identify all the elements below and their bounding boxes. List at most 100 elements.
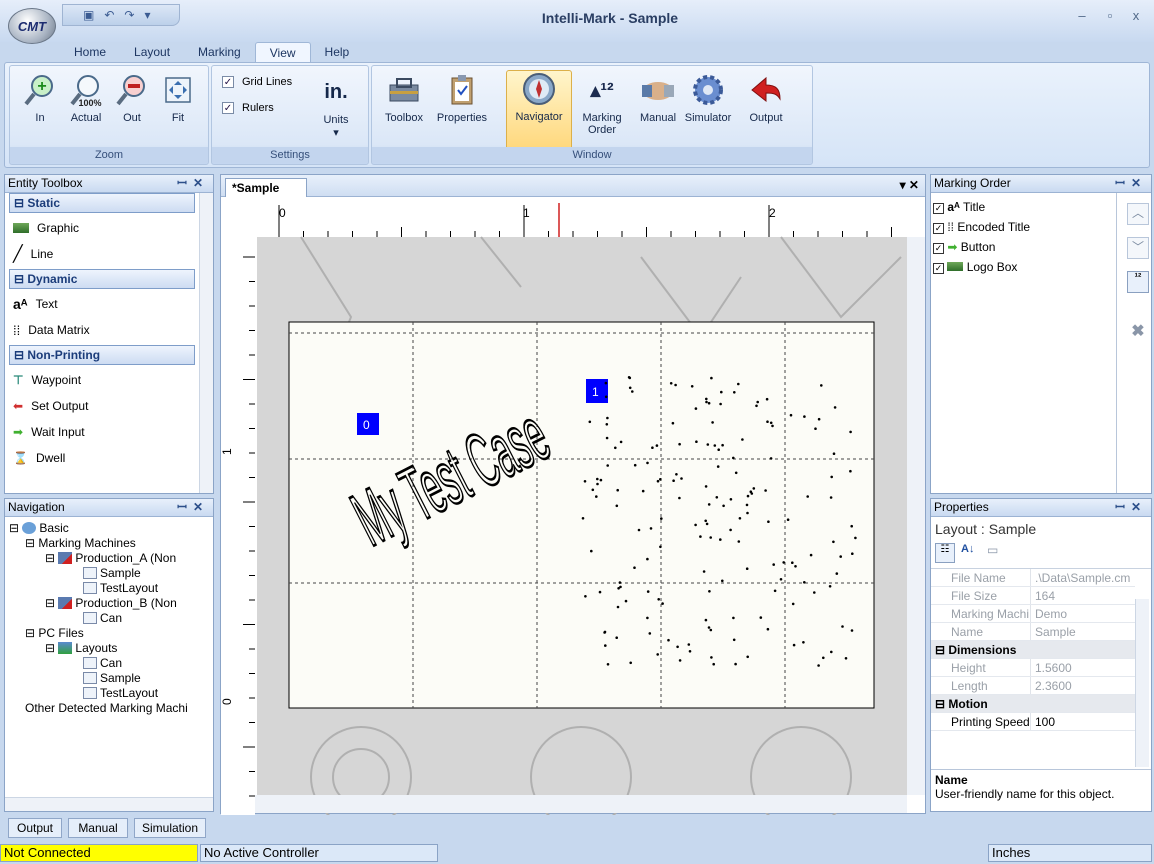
toolbox-icon <box>386 72 422 108</box>
tool-waypoint[interactable]: ⊤ Waypoint <box>5 367 199 393</box>
prop-row[interactable]: Height 1.5600 <box>931 659 1135 677</box>
canvas-hscrollbar[interactable] <box>255 795 907 813</box>
group-static[interactable]: ⊟ Static <box>9 193 195 213</box>
tab-view[interactable]: View <box>254 42 311 64</box>
bottom-tab-manual[interactable]: Manual <box>68 818 128 838</box>
tool-text[interactable]: aᴬ Text <box>5 291 199 317</box>
rulers-checkbox[interactable]: ✓ Rulers <box>222 102 274 114</box>
document-tab-menu[interactable]: ▾ ✕ <box>900 178 919 192</box>
manual-button[interactable]: Manual <box>632 72 684 124</box>
tree-can-machine[interactable]: Can <box>9 611 213 626</box>
grid-lines-checkbox[interactable]: ✓ Grid Lines <box>222 76 292 88</box>
tool-dwell[interactable]: ⌛ Dwell <box>5 445 199 471</box>
undo-icon[interactable]: ↶ <box>104 8 114 22</box>
tool-wait-input[interactable]: ➡ Wait Input <box>5 419 199 445</box>
pin-close-icons[interactable]: ꟷ✕ <box>177 175 209 192</box>
window-group-label: Window <box>372 147 812 163</box>
sort-az-icon[interactable]: A↓ <box>961 543 981 563</box>
connection-status: Not Connected <box>0 844 198 862</box>
tree-sample-pc[interactable]: Sample <box>9 671 213 686</box>
move-down-button[interactable]: ﹀ <box>1127 237 1149 259</box>
prop-row[interactable]: Name Sample <box>931 623 1135 641</box>
tool-line[interactable]: ╱ Line <box>5 241 199 267</box>
pin-close-icons[interactable]: ꟷ✕ <box>1115 499 1147 516</box>
order-item-encoded-title[interactable]: ✓ ⁞⁞ Encoded Title <box>933 217 1114 237</box>
prop-row[interactable]: File Name .\Data\Sample.cm <box>931 569 1135 587</box>
tree-can[interactable]: Can <box>9 656 213 671</box>
navigator-button[interactable]: Navigator <box>506 70 572 152</box>
layout-icon <box>83 612 97 624</box>
text-icon: aᴬ <box>947 200 960 214</box>
move-up-button[interactable]: ︿ <box>1127 203 1149 225</box>
pin-close-icons[interactable]: ꟷ✕ <box>177 499 209 516</box>
save-icon[interactable]: ▣ <box>83 8 94 22</box>
tab-home[interactable]: Home <box>60 42 120 64</box>
tree-marking-machines[interactable]: ⊟ Marking Machines <box>9 536 213 551</box>
ruler-v-1: 1 <box>221 448 234 455</box>
qat-dropdown-icon[interactable]: ▾ <box>144 8 150 22</box>
zoom-out-button[interactable]: Out <box>106 72 158 124</box>
group-non-printing[interactable]: ⊟ Non-Printing <box>9 345 195 365</box>
zoom-fit-button[interactable]: Fit <box>152 72 204 124</box>
canvas-vscrollbar[interactable] <box>907 237 925 795</box>
order-item-logo-box[interactable]: ✓ Logo Box <box>933 257 1114 277</box>
marking-order-icon: ▴¹² <box>590 79 614 102</box>
order-item-title[interactable]: ✓ aᴬ Title <box>933 197 1114 217</box>
prop-row[interactable]: Length 2.3600 <box>931 677 1135 695</box>
tree-pc-files[interactable]: ⊟ PC Files <box>9 626 213 641</box>
group-dynamic[interactable]: ⊟ Dynamic <box>9 269 195 289</box>
tool-set-output[interactable]: ⬅ Set Output <box>5 393 199 419</box>
units-button[interactable]: in. Units ▾ <box>310 74 362 140</box>
prop-row[interactable]: Marking Machi Demo <box>931 605 1135 623</box>
tab-layout[interactable]: Layout <box>120 42 184 64</box>
tree-production-a[interactable]: ⊟ Production_A (Non <box>9 551 213 566</box>
tree-other-machines[interactable]: Other Detected Marking Machi <box>9 701 213 716</box>
property-pages-icon[interactable]: ▭ <box>987 543 1007 563</box>
tree-layouts[interactable]: ⊟ Layouts <box>9 641 213 656</box>
tree-basic[interactable]: ⊟ Basic <box>9 521 213 536</box>
toolbox-button[interactable]: Toolbox <box>378 72 430 124</box>
ribbon-tabs: Home Layout Marking View Help <box>60 42 363 64</box>
prop-category-motion[interactable]: ⊟ Motion <box>931 695 1135 713</box>
zoom-in-button[interactable]: + In <box>14 72 66 124</box>
order-checkbox[interactable]: ✓ <box>933 263 944 274</box>
tab-marking[interactable]: Marking <box>184 42 255 64</box>
reorder-button[interactable]: ¹² <box>1127 271 1149 293</box>
tree-sample[interactable]: Sample <box>9 566 213 581</box>
prop-row[interactable]: Printing Speed 100 <box>931 713 1135 731</box>
zoom-actual-button[interactable]: 100% Actual <box>60 72 112 124</box>
properties-button[interactable]: Properties <box>436 72 488 124</box>
tree-production-b[interactable]: ⊟ Production_B (Non <box>9 596 213 611</box>
pin-close-icons[interactable]: ꟷ✕ <box>1115 175 1147 192</box>
tool-data-matrix[interactable]: ⁞⁞ Data Matrix <box>5 317 199 343</box>
tree-testlayout[interactable]: TestLayout <box>9 581 213 596</box>
tab-help[interactable]: Help <box>311 42 364 64</box>
order-checkbox[interactable]: ✓ <box>933 203 944 214</box>
close-button[interactable]: x <box>1126 8 1146 26</box>
restore-button[interactable]: ▫ <box>1100 8 1120 26</box>
prop-category-dimensions[interactable]: ⊟ Dimensions <box>931 641 1135 659</box>
minimize-button[interactable]: – <box>1072 8 1092 26</box>
order-checkbox[interactable]: ✓ <box>933 223 944 234</box>
marking-order-button[interactable]: ▴¹² Marking Order <box>576 72 628 137</box>
categorized-icon[interactable]: ☷ <box>935 543 955 563</box>
layout-canvas[interactable]: 0 1 2 1 0 My Test Case 0 1 <box>221 197 925 815</box>
prop-row[interactable]: File Size 164 <box>931 587 1135 605</box>
redo-icon[interactable]: ↷ <box>124 8 134 22</box>
navigation-hscrollbar[interactable] <box>5 797 213 811</box>
order-item-button[interactable]: ✓ ➡ Button <box>933 237 1114 257</box>
remove-button[interactable]: ✖ <box>1127 321 1149 343</box>
order-checkbox[interactable]: ✓ <box>933 243 944 254</box>
document-tab-sample[interactable]: *Sample <box>225 178 307 198</box>
output-button[interactable]: Output <box>740 72 792 124</box>
app-orb-button[interactable]: CMT <box>8 8 56 44</box>
ruler-h-2: 2 <box>769 206 776 220</box>
bottom-tab-simulation[interactable]: Simulation <box>134 818 206 838</box>
entity-toolbox-title: Entity Toolbox ꟷ✕ <box>5 175 213 193</box>
toolbox-scrollbar[interactable] <box>199 193 213 493</box>
tree-testlayout-pc[interactable]: TestLayout <box>9 686 213 701</box>
simulator-button[interactable]: Simulator <box>682 72 734 124</box>
tool-graphic[interactable]: Graphic <box>5 215 199 241</box>
bottom-tab-output[interactable]: Output <box>8 818 62 838</box>
properties-scrollbar[interactable] <box>1135 599 1149 767</box>
